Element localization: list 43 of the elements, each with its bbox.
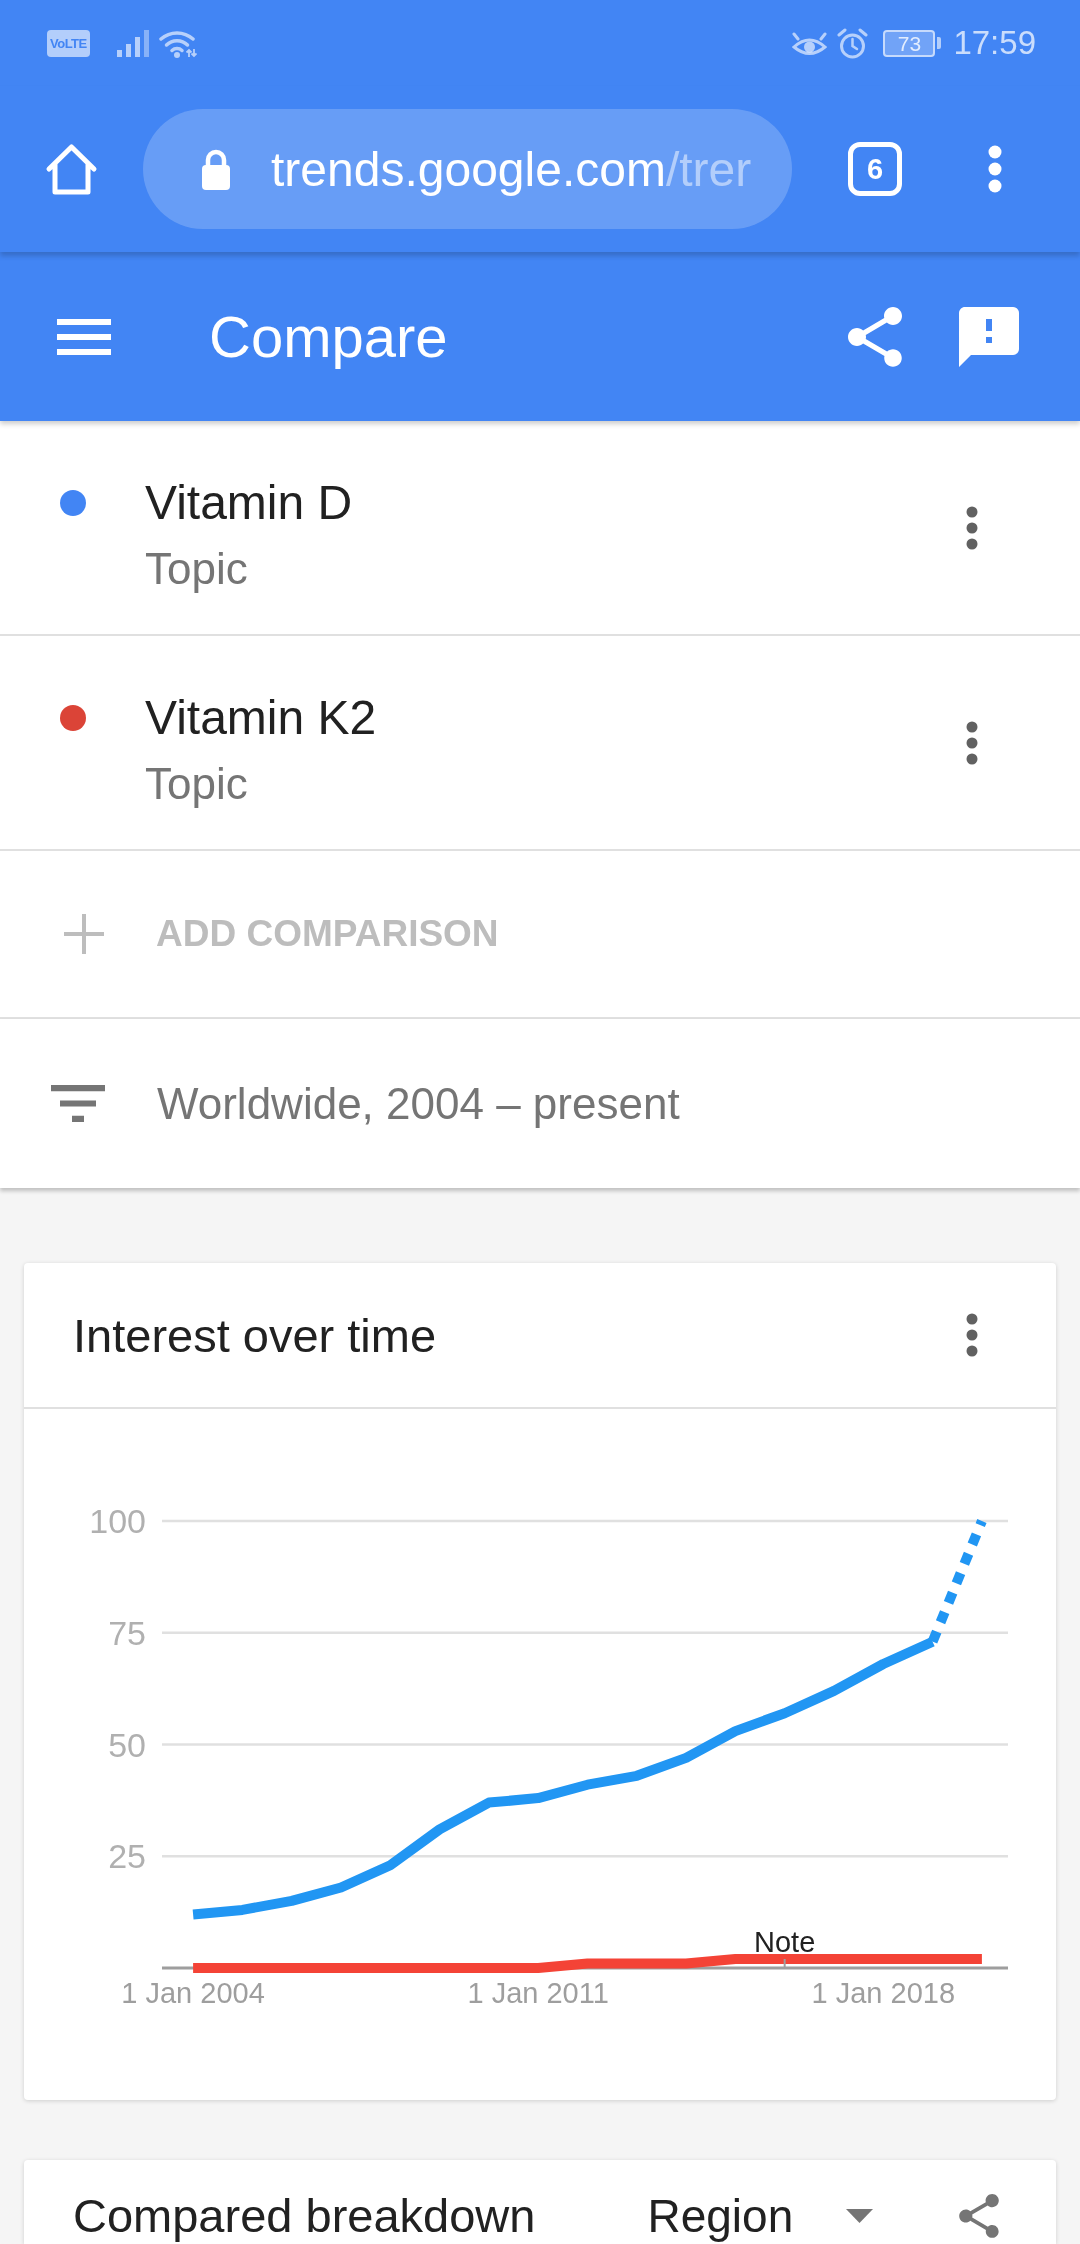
y-axis-label: 25 bbox=[108, 1837, 146, 1876]
more-vert-icon bbox=[966, 720, 978, 765]
x-axis-label: 1 Jan 2004 bbox=[121, 1977, 265, 2009]
status-time: 17:59 bbox=[953, 24, 1036, 62]
share-icon bbox=[959, 2194, 999, 2238]
term-name: Vitamin D bbox=[145, 475, 353, 531]
tab-switcher-button[interactable]: 6 bbox=[848, 142, 902, 196]
home-button[interactable] bbox=[45, 142, 98, 196]
feedback-button[interactable] bbox=[959, 306, 1019, 367]
share-icon bbox=[848, 306, 902, 367]
url-field[interactable]: trends.google.com/trer bbox=[143, 109, 792, 229]
home-icon bbox=[45, 142, 98, 196]
y-axis-label: 100 bbox=[89, 1502, 146, 1540]
filter-button[interactable]: Worldwide, 2004 – present bbox=[0, 1019, 1080, 1188]
filter-icon bbox=[51, 1085, 105, 1122]
wifi-icon bbox=[158, 28, 197, 58]
term-type: Topic bbox=[145, 543, 248, 595]
term-type: Topic bbox=[145, 758, 248, 810]
lock-icon bbox=[200, 148, 232, 190]
menu-icon bbox=[57, 318, 111, 355]
plus-icon bbox=[62, 912, 106, 956]
more-vert-icon bbox=[966, 505, 978, 550]
page-title: Compare bbox=[209, 303, 449, 370]
y-axis-label: 75 bbox=[108, 1613, 146, 1652]
x-axis-label: 1 Jan 2011 bbox=[467, 1977, 609, 2009]
share-button[interactable] bbox=[848, 306, 902, 367]
card-title: Interest over time bbox=[73, 1307, 438, 1363]
feedback-icon bbox=[959, 306, 1019, 367]
add-comparison-button[interactable]: ADD COMPARISON bbox=[0, 851, 1080, 1019]
y-axis-label: 50 bbox=[108, 1725, 146, 1764]
x-axis-label: 1 Jan 2018 bbox=[811, 1977, 956, 2009]
volte-badge: VoLTE bbox=[47, 29, 90, 57]
caret-icon bbox=[846, 2209, 874, 2223]
card-title: Compared breakdown bbox=[73, 2190, 536, 2242]
alarm-icon bbox=[837, 27, 869, 59]
more-vert-icon bbox=[966, 1313, 978, 1357]
note-marker-icon bbox=[783, 1958, 786, 1969]
note-annotation: Note bbox=[754, 1926, 816, 1958]
region-dropdown[interactable]: Region bbox=[647, 2190, 874, 2242]
battery-indicator: 73 bbox=[883, 29, 942, 57]
menu-button[interactable] bbox=[57, 318, 111, 355]
term-name: Vitamin K2 bbox=[145, 690, 377, 746]
signal-icon bbox=[116, 29, 149, 57]
